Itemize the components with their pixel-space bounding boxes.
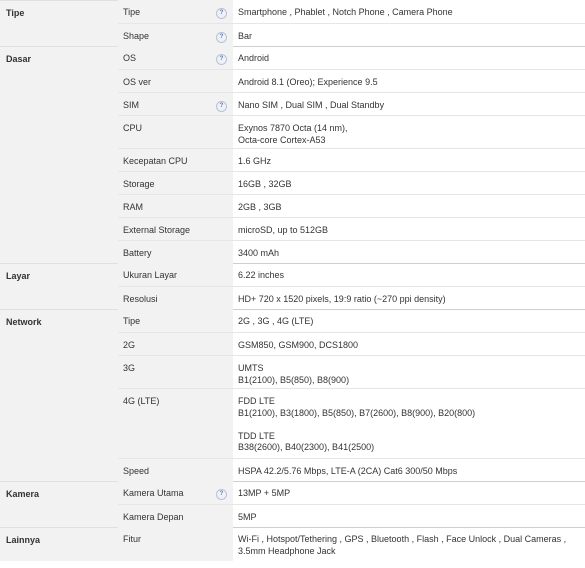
question-circle-icon[interactable]: ? <box>216 32 227 43</box>
spec-value: Bar <box>238 31 253 41</box>
spec-value: Nano SIM , Dual SIM , Dual Standby <box>238 100 385 110</box>
spec-value: Android <box>238 53 270 63</box>
spec-label: Tipe <box>123 7 141 17</box>
spec-row: External Storage microSD, up to 512GB <box>118 217 585 240</box>
spec-label-cell <box>118 333 233 355</box>
spec-table: Tipe Tipe? Smartphone , Phablet , Notch Ph… <box>0 0 585 568</box>
spec-value: Android 8.1 (Oreo); Experience 9.5 <box>238 77 378 87</box>
question-circle-icon[interactable]: ? <box>216 54 227 65</box>
category-dasar: Dasar <box>0 46 118 263</box>
category-network: Network <box>0 309 118 481</box>
spec-value: 13MP + 5MP <box>238 488 291 498</box>
spec-value: Wi-Fi , Hotspot/Tethering , GPS , Blueto… <box>238 534 567 556</box>
category-label: Layar <box>6 271 31 281</box>
spec-value: 6.22 inches <box>238 270 285 280</box>
category-lainnya: Lainnya <box>0 527 118 561</box>
spec-value: GSM850, GSM900, DCS1800 <box>238 340 359 350</box>
question-circle-icon[interactable]: ? <box>216 8 227 19</box>
spec-value: Exynos 7870 Octa (14 nm), Octa-core Cort… <box>238 123 348 145</box>
spec-label: Fitur <box>123 534 141 544</box>
spec-row: Shape? Bar <box>118 23 585 46</box>
spec-label: Speed <box>123 466 150 476</box>
spec-row: Speed HSPA 42.2/5.76 Mbps, LTE-A (2CA) Ca… <box>118 458 585 481</box>
spec-value: microSD, up to 512GB <box>238 225 329 235</box>
spec-label: Ukuran Layar <box>123 270 178 280</box>
spec-row: Resolusi HD+ 720 x 1520 pixels, 19:9 rati… <box>118 286 585 309</box>
spec-value: 16GB , 32GB <box>238 179 292 189</box>
question-circle-icon[interactable]: ? <box>216 101 227 112</box>
spec-row: OS ver Android 8.1 (Oreo); Experience 9.5 <box>118 69 585 92</box>
spec-label: CPU <box>123 123 143 133</box>
spec-label: OS ver <box>123 77 152 87</box>
spec-row: Storage 16GB , 32GB <box>118 171 585 194</box>
spec-row: Kecepatan CPU 1.6 GHz <box>118 148 585 171</box>
category-tipe: Tipe <box>0 0 118 46</box>
spec-label: Storage <box>123 179 155 189</box>
spec-value: 3400 mAh <box>238 248 280 258</box>
spec-label: 2G <box>123 340 136 350</box>
spec-row: SIM? Nano SIM , Dual SIM , Dual Standby <box>118 92 585 115</box>
spec-row: RAM 2GB , 3GB <box>118 194 585 217</box>
question-circle-icon[interactable]: ? <box>216 489 227 500</box>
spec-label: RAM <box>123 202 143 212</box>
category-kamera: Kamera <box>0 481 118 527</box>
spec-value: HD+ 720 x 1520 pixels, 19:9 ratio (~270 … <box>238 294 446 304</box>
spec-value: 1.6 GHz <box>238 156 272 166</box>
spec-row: Tipe? Smartphone , Phablet , Notch Phone … <box>118 0 585 23</box>
spec-label-cell <box>118 527 233 561</box>
category-label: Network <box>6 317 42 327</box>
spec-row: Tipe 2G , 3G , 4G (LTE) <box>118 309 585 332</box>
spec-label-cell <box>118 356 233 388</box>
spec-value: UMTS B1(2100), B5(850), B8(900) <box>238 363 350 385</box>
spec-value: HSPA 42.2/5.76 Mbps, LTE-A (2CA) Cat6 30… <box>238 466 458 476</box>
spec-row: 2G GSM850, GSM900, DCS1800 <box>118 332 585 355</box>
spec-label: Shape <box>123 31 150 41</box>
spec-row: 4G (LTE) FDD LTE B1(2100), B3(1800), B5(8… <box>118 388 585 458</box>
category-label: Kamera <box>6 489 40 499</box>
spec-row: CPU Exynos 7870 Octa (14 nm), Octa-core C… <box>118 115 585 148</box>
category-label: Dasar <box>6 54 32 64</box>
spec-row: Fitur Wi-Fi , Hotspot/Tethering , GPS , B… <box>118 527 585 561</box>
spec-label: 3G <box>123 363 136 373</box>
spec-label: SIM <box>123 100 140 110</box>
category-label: Tipe <box>6 8 25 18</box>
spec-label: Battery <box>123 248 152 258</box>
spec-label: Tipe <box>123 316 141 326</box>
spec-row: 3G UMTS B1(2100), B5(850), B8(900) <box>118 355 585 388</box>
spec-label: Kamera Depan <box>123 512 184 522</box>
spec-row: Ukuran Layar 6.22 inches <box>118 263 585 286</box>
spec-label: Resolusi <box>123 294 158 304</box>
spec-value: 2GB , 3GB <box>238 202 282 212</box>
spec-row: OS? Android <box>118 46 585 69</box>
spec-label: Kecepatan CPU <box>123 156 188 166</box>
spec-label: OS <box>123 53 137 63</box>
category-label: Lainnya <box>6 535 41 545</box>
spec-value: Smartphone , Phablet , Notch Phone , Cam… <box>238 7 453 17</box>
spec-label: 4G (LTE) <box>123 396 160 406</box>
spec-row: Kamera Depan 5MP <box>118 504 585 527</box>
spec-value: FDD LTE B1(2100), B3(1800), B5(850), B7(… <box>238 396 476 452</box>
spec-row: Kamera Utama? 13MP + 5MP <box>118 481 585 504</box>
spec-label: External Storage <box>123 225 191 235</box>
category-layar: Layar <box>0 263 118 309</box>
spec-row: Battery 3400 mAh <box>118 240 585 263</box>
spec-value: 5MP <box>238 512 257 522</box>
spec-label: Kamera Utama <box>123 488 184 498</box>
spec-value: 2G , 3G , 4G (LTE) <box>238 316 314 326</box>
